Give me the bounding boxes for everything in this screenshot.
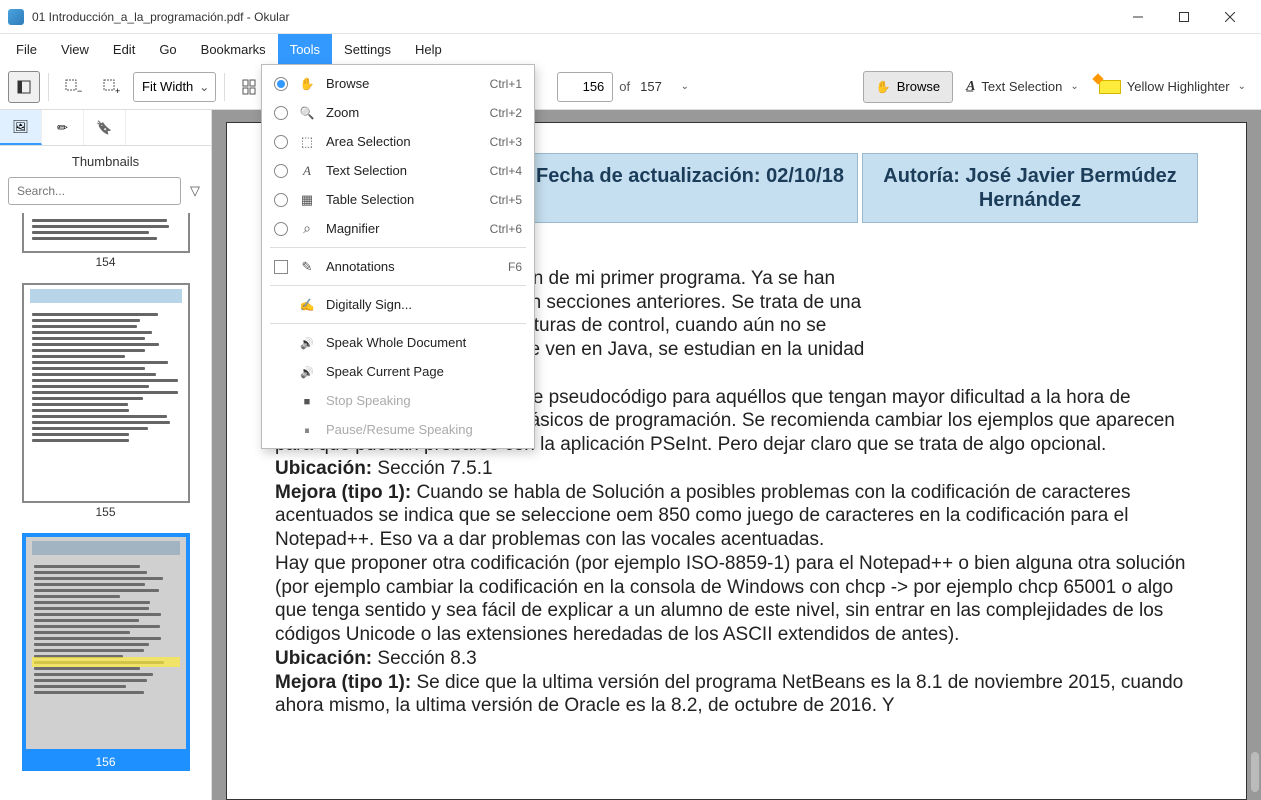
toolbar: − + Fit Width of 157 ⌄ Browse A̲ Text Se… xyxy=(0,64,1261,110)
tools-menu-annotations[interactable]: AnnotationsF6 xyxy=(262,252,534,281)
zoom-icon xyxy=(300,105,315,120)
menu-help[interactable]: Help xyxy=(403,34,454,64)
speak-icon xyxy=(300,364,314,379)
page-of-label: of xyxy=(619,79,630,94)
highlighter-icon xyxy=(1099,80,1121,94)
tools-menu-area-selection[interactable]: Area SelectionCtrl+3 xyxy=(262,127,534,156)
app-icon xyxy=(8,9,24,25)
menu-file[interactable]: File xyxy=(4,34,49,64)
tools-menu-speak-whole-document[interactable]: Speak Whole Document xyxy=(262,328,534,357)
thumbnail-page-155[interactable]: 155 xyxy=(10,283,201,521)
menu-go[interactable]: Go xyxy=(147,34,188,64)
highlighter-tool-button[interactable]: Yellow Highlighter ⌄ xyxy=(1092,71,1253,103)
pen-icon xyxy=(302,259,313,275)
thumbnail-search-input[interactable] xyxy=(8,177,181,205)
tools-menu-pause-resume-speaking: Pause/Resume Speaking xyxy=(262,415,534,444)
menu-tools[interactable]: Tools xyxy=(278,34,332,64)
hand-icon xyxy=(876,79,891,94)
minimize-button[interactable] xyxy=(1115,0,1161,34)
title-bar: 01 Introducción_a_la_programación.pdf - … xyxy=(0,0,1261,34)
sign-icon xyxy=(300,297,315,312)
pencil-icon xyxy=(57,119,68,137)
window-title: 01 Introducción_a_la_programación.pdf - … xyxy=(32,10,1115,24)
area-icon xyxy=(301,134,313,150)
text-selection-tool-button[interactable]: A̲ Text Selection ⌄ xyxy=(959,71,1086,103)
scrollbar-thumb[interactable] xyxy=(1251,752,1259,792)
thumbnail-list: 154 155156 xyxy=(0,213,211,800)
maximize-button[interactable] xyxy=(1161,0,1207,34)
tools-menu-speak-current-page[interactable]: Speak Current Page xyxy=(262,357,534,386)
table-icon xyxy=(301,192,313,208)
tools-menu-magnifier[interactable]: MagnifierCtrl+6 xyxy=(262,214,534,243)
zoom-out-button[interactable]: − xyxy=(57,71,89,103)
page-nav-dropdown[interactable]: ⌄ xyxy=(668,71,700,103)
tools-menu-table-selection[interactable]: Table SelectionCtrl+5 xyxy=(262,185,534,214)
thumbnail-page-156[interactable]: 156 xyxy=(10,533,201,771)
textsel-icon xyxy=(303,163,311,179)
chevron-down-icon: ⌄ xyxy=(1238,81,1246,92)
stop-icon xyxy=(304,393,311,408)
toggle-sidebar-button[interactable] xyxy=(8,71,40,103)
text-selection-icon: A̲ xyxy=(966,79,975,95)
svg-text:+: + xyxy=(115,86,120,96)
close-button[interactable] xyxy=(1207,0,1253,34)
image-icon xyxy=(12,118,29,136)
sidebar: Thumbnails 154 155156 xyxy=(0,110,212,800)
tools-menu-zoom[interactable]: ZoomCtrl+2 xyxy=(262,98,534,127)
menu-settings[interactable]: Settings xyxy=(332,34,403,64)
doc-header-cell-3: Autoría: José Javier Bermúdez Hernández xyxy=(862,153,1198,223)
hand-icon xyxy=(300,76,315,91)
sidebar-tab-thumbnails[interactable] xyxy=(0,110,42,145)
filter-button[interactable] xyxy=(187,181,203,201)
sidebar-tab-annotations[interactable] xyxy=(42,110,84,145)
menu-view[interactable]: View xyxy=(49,34,101,64)
tools-menu-dropdown: BrowseCtrl+1ZoomCtrl+2Area SelectionCtrl… xyxy=(261,64,535,449)
tools-menu-digitally-sign-[interactable]: Digitally Sign... xyxy=(262,290,534,319)
bookmark-icon xyxy=(96,119,112,137)
speak-icon xyxy=(300,335,314,350)
zoom-in-button[interactable]: + xyxy=(95,71,127,103)
page-number-input[interactable] xyxy=(557,72,613,102)
menu-bar: FileViewEditGoBookmarksToolsSettingsHelp xyxy=(0,34,1261,64)
funnel-icon xyxy=(190,182,200,200)
tools-menu-browse[interactable]: BrowseCtrl+1 xyxy=(262,69,534,98)
zoom-mode-select[interactable]: Fit Width xyxy=(133,72,216,102)
tools-menu-text-selection[interactable]: Text SelectionCtrl+4 xyxy=(262,156,534,185)
sidebar-tab-bookmarks[interactable] xyxy=(84,110,126,145)
doc-header-cell-2: Fecha de actualización: 02/10/18 xyxy=(522,153,858,223)
sidebar-title: Thumbnails xyxy=(0,146,211,177)
thumbnail-page-154[interactable]: 154 xyxy=(10,213,201,271)
page-total-label: 157 xyxy=(640,79,662,94)
tools-menu-stop-speaking: Stop Speaking xyxy=(262,386,534,415)
mag-icon xyxy=(303,220,311,237)
menu-bookmarks[interactable]: Bookmarks xyxy=(189,34,278,64)
menu-edit[interactable]: Edit xyxy=(101,34,147,64)
chevron-down-icon: ⌄ xyxy=(1070,81,1078,92)
pause-icon xyxy=(304,422,310,438)
svg-text:−: − xyxy=(77,86,82,96)
browse-tool-button[interactable]: Browse xyxy=(863,71,953,103)
vertical-scrollbar[interactable] xyxy=(1249,122,1259,800)
